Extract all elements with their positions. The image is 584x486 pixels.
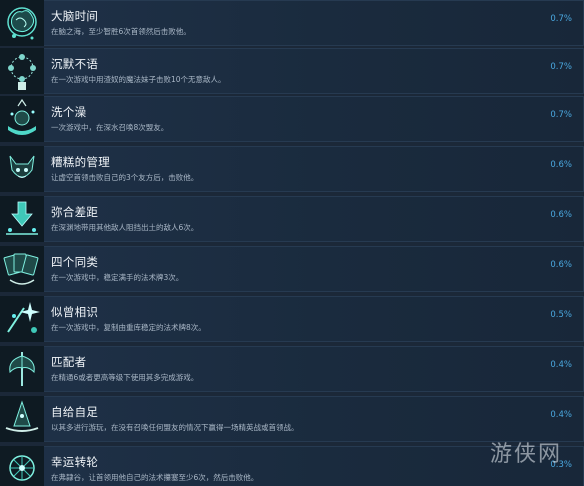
spark-icon	[0, 296, 44, 342]
rosary-icon	[0, 48, 44, 94]
achievement-description: 让虚空首领击败自己的3个友方后，击败他。	[51, 173, 199, 182]
achievement-percentage: 0.7%	[550, 110, 572, 120]
achievement-description: 以其多进行游玩，在没有召唤任何盟友的情况下赢得一场精英战或首领战。	[51, 423, 299, 432]
achievement-title: 大脑时间	[51, 9, 99, 23]
achievement-percentage: 0.4%	[550, 410, 572, 420]
achievement-title: 洗个澡	[51, 105, 87, 119]
achievement-row-bad-management[interactable]: 糟糕的管理 让虚空首领击败自己的3个友方后，击败他。 0.6%	[0, 146, 584, 192]
achievement-percentage: 0.5%	[550, 310, 572, 320]
achievement-description: 在一次游戏中，稳定满手的法术牌3次。	[51, 273, 184, 282]
achievement-row-bridge-gap[interactable]: 弥合差距 在深渊地带用其他敌人阻挡出土的敌人6次。 0.6%	[0, 196, 584, 242]
bath-icon	[0, 96, 44, 142]
arrow-down-icon	[0, 196, 44, 242]
cards-icon	[0, 246, 44, 292]
achievement-title: 匹配者	[51, 355, 87, 369]
achievement-percentage: 0.7%	[550, 14, 572, 24]
achievement-row-self-sufficient[interactable]: 自给自足 以其多进行游玩，在没有召唤任何盟友的情况下赢得一场精英战或首领战。 0…	[0, 396, 584, 442]
achievement-percentage: 0.6%	[550, 210, 572, 220]
achievement-percentage: 0.6%	[550, 260, 572, 270]
achievement-row-four-kind[interactable]: 四个同类 在一次游戏中，稳定满手的法术牌3次。 0.6%	[0, 246, 584, 292]
achievement-description: 在一次游戏中，复制由重库稳定的法术牌8次。	[51, 323, 206, 332]
achievement-row-bath[interactable]: 洗个澡 一次游戏中，在深水召唤8次盟友。 0.7%	[0, 96, 584, 142]
achievement-description: 在弗隸谷，让首领用他自己的法术攥塞至少6次，然后击败他。	[51, 473, 259, 482]
witch-hat-icon	[0, 396, 44, 442]
achievement-list: 大脑时间 在脑之海，至少智胜6次首领然后击败他。 0.7% 沉默不语 在一次游戏…	[0, 0, 584, 486]
wheel-icon	[0, 446, 44, 486]
axe-icon	[0, 346, 44, 392]
achievement-percentage: 0.6%	[550, 160, 572, 170]
achievement-description: 在脑之海，至少智胜6次首领然后击败他。	[51, 27, 191, 36]
achievement-title: 沉默不语	[51, 57, 99, 71]
demon-icon	[0, 146, 44, 192]
achievement-description: 在一次游戏中用渣奴的魔法妹子击败10个无意敌人。	[51, 75, 226, 84]
achievement-title: 幸运转轮	[51, 455, 99, 469]
achievement-percentage: 0.4%	[550, 360, 572, 370]
achievement-title: 四个同类	[51, 255, 99, 269]
achievement-row-matcher[interactable]: 匹配者 在精通6或者更高等级下使用其多完成游戏。 0.4%	[0, 346, 584, 392]
achievement-row-lucky-wheel[interactable]: 幸运转轮 在弗隸谷，让首领用他自己的法术攥塞至少6次，然后击败他。 0.3%	[0, 446, 584, 486]
achievement-row-brain-time[interactable]: 大脑时间 在脑之海，至少智胜6次首领然后击败他。 0.7%	[0, 0, 584, 46]
achievement-title: 糟糕的管理	[51, 155, 110, 169]
achievement-title: 似曾相识	[51, 305, 99, 319]
achievement-percentage: 0.7%	[550, 62, 572, 72]
achievement-row-silent[interactable]: 沉默不语 在一次游戏中用渣奴的魔法妹子击败10个无意敌人。 0.7%	[0, 48, 584, 94]
achievement-title: 自给自足	[51, 405, 99, 419]
achievement-title: 弥合差距	[51, 205, 99, 219]
achievement-percentage: 0.3%	[550, 460, 572, 470]
brain-icon	[0, 0, 44, 46]
achievement-description: 在深渊地带用其他敌人阻挡出土的敌人6次。	[51, 223, 199, 232]
achievement-description: 一次游戏中，在深水召唤8次盟友。	[51, 123, 169, 132]
achievement-row-deja-vu[interactable]: 似曾相识 在一次游戏中，复制由重库稳定的法术牌8次。 0.5%	[0, 296, 584, 342]
achievement-description: 在精通6或者更高等级下使用其多完成游戏。	[51, 373, 199, 382]
